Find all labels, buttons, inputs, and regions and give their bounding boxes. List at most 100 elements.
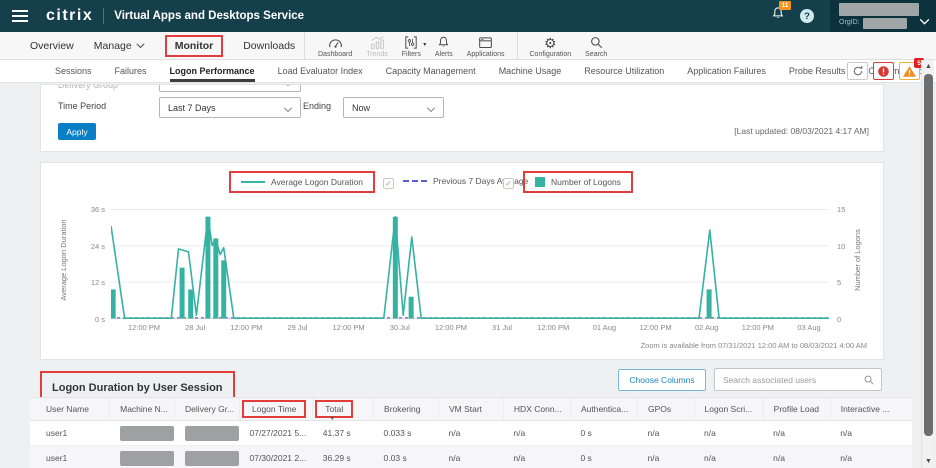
x-axis-tick: 30 Jul xyxy=(372,323,428,332)
previous-average-checkbox[interactable]: ✓ xyxy=(383,178,394,189)
scrollbar-down-arrow[interactable]: ▼ xyxy=(922,455,935,468)
column-header-profile-load[interactable]: Profile Load xyxy=(763,398,830,421)
subnav-tab-machine-usage[interactable]: Machine Usage xyxy=(499,60,562,82)
x-axis-tick: 12:00 PM xyxy=(423,323,479,332)
table-cell: n/a xyxy=(763,421,830,446)
chevron-down-icon xyxy=(919,12,930,30)
column-header-hdx-conn[interactable]: HDX Conn... xyxy=(503,398,570,421)
column-header-authentica[interactable]: Authentica... xyxy=(570,398,637,421)
column-header-gpos[interactable]: GPOs xyxy=(637,398,694,421)
subnav-tab-load-evaluator-index[interactable]: Load Evaluator Index xyxy=(278,60,363,82)
org-id-label: OrgID: xyxy=(839,19,860,26)
column-header-brokering[interactable]: Brokering xyxy=(374,398,439,421)
trends-icon xyxy=(369,35,386,50)
topbar-right: 11 ? OrgID: xyxy=(770,0,936,32)
table-row[interactable]: user107/30/2021 2...36.29 s0.03 sn/an/a0… xyxy=(30,446,912,468)
logon-performance-chart-card: Average Logon Duration ✓ Previous 7 Days… xyxy=(40,162,884,360)
toolbar-configuration[interactable]: ⚙Configuration xyxy=(523,32,579,60)
table-header-row: User NameMachine N...Delivery Gr...Logon… xyxy=(30,398,912,421)
logon-duration-table: User NameMachine N...Delivery Gr...Logon… xyxy=(30,397,912,468)
subnav-actions: 5 xyxy=(847,62,920,80)
nav-item-overview[interactable]: Overview xyxy=(30,40,74,52)
subnav-tab-capacity-management[interactable]: Capacity Management xyxy=(386,60,476,82)
legend-average-logon-duration: Average Logon Duration xyxy=(229,171,375,193)
x-axis-tick: 12:00 PM xyxy=(116,323,172,332)
toolbar-applications[interactable]: Applications xyxy=(460,32,512,60)
column-header-delivery-gr[interactable]: Delivery Gr... xyxy=(175,398,240,421)
hamburger-menu-icon[interactable] xyxy=(0,0,34,32)
logon-duration-chart[interactable] xyxy=(111,209,829,319)
subnav-tab-logon-performance[interactable]: Logon Performance xyxy=(170,60,255,82)
account-menu[interactable]: OrgID: xyxy=(830,0,936,32)
redacted-org-id xyxy=(863,18,907,29)
x-axis-tick: 12:00 PM xyxy=(525,323,581,332)
table-row[interactable]: user107/27/2021 5...41.37 s0.033 sn/an/a… xyxy=(30,421,912,446)
main-navbar: Overview Manage Monitor Downloads Dashboard… xyxy=(0,32,936,60)
delivery-group-select[interactable] xyxy=(159,84,301,92)
toolbar-alerts[interactable]: Alerts xyxy=(428,32,460,60)
column-header-user-name[interactable]: User Name xyxy=(30,398,110,421)
table-cell xyxy=(110,446,175,468)
search-icon[interactable] xyxy=(863,374,875,386)
subnav-tab-probe-results[interactable]: Probe Results xyxy=(789,60,846,82)
toolbar-trends: Trends xyxy=(359,32,395,60)
table-cell: n/a xyxy=(438,446,503,468)
right-axis-title: Number of Logons xyxy=(853,205,862,315)
column-header-logon-time[interactable]: Logon Time xyxy=(239,398,312,421)
error-alerts-button[interactable] xyxy=(873,62,894,80)
subnav-tab-sessions[interactable]: Sessions xyxy=(55,60,92,82)
chevron-down-icon xyxy=(136,40,145,52)
toolbar-search[interactable]: Search xyxy=(578,32,614,60)
table-cell: n/a xyxy=(438,421,503,446)
dashboard-icon xyxy=(327,35,344,50)
x-axis-tick: 12:00 PM xyxy=(730,323,786,332)
warning-alerts-button[interactable]: 5 xyxy=(899,62,920,80)
left-axis-tick: 12 s xyxy=(75,278,105,287)
refresh-button[interactable] xyxy=(847,62,868,80)
search-input[interactable] xyxy=(715,374,863,386)
left-axis-title: Average Logon Duration xyxy=(59,205,68,315)
nav-item-downloads[interactable]: Downloads xyxy=(243,40,295,52)
table-cell xyxy=(175,446,240,468)
table-cell: n/a xyxy=(694,446,763,468)
subnav-tab-failures[interactable]: Failures xyxy=(115,60,147,82)
column-header-interactive[interactable]: Interactive ... xyxy=(830,398,912,421)
help-icon[interactable]: ? xyxy=(800,9,814,23)
table-cell: n/a xyxy=(637,421,694,446)
ending-select[interactable]: Now xyxy=(343,97,444,118)
column-header-machine-n[interactable]: Machine N... xyxy=(110,398,175,421)
table-cell: n/a xyxy=(830,446,912,468)
table-cell: 0 s xyxy=(570,421,637,446)
column-header-logon-scri[interactable]: Logon Scri... xyxy=(694,398,763,421)
right-axis-tick: 0 xyxy=(837,315,857,324)
nav-item-monitor[interactable]: Monitor xyxy=(165,35,224,57)
column-header-total[interactable]: Total▼ xyxy=(313,398,374,421)
table-cell: n/a xyxy=(830,421,912,446)
annotation-column-header: Logon Time xyxy=(242,400,306,418)
redacted-value xyxy=(120,426,174,441)
choose-columns-button[interactable]: Choose Columns xyxy=(618,369,706,391)
notification-badge: 11 xyxy=(779,1,791,10)
time-period-select[interactable]: Last 7 Days xyxy=(159,97,301,118)
apply-button[interactable]: Apply xyxy=(58,123,96,140)
vertical-scrollbar[interactable]: ▲ ▼ xyxy=(921,60,934,468)
ending-label: Ending xyxy=(303,101,331,111)
nav-item-manage[interactable]: Manage xyxy=(94,40,145,52)
last-updated-text: [Last updated: 08/03/2021 4:17 AM] xyxy=(734,126,869,136)
number-of-logons-checkbox[interactable]: ✓ xyxy=(503,178,514,189)
x-axis-tick: 12:00 PM xyxy=(321,323,377,332)
table-cell xyxy=(110,421,175,446)
scrollbar-thumb[interactable] xyxy=(924,74,933,436)
notifications-bell-icon[interactable]: 11 xyxy=(770,5,786,27)
monitor-subnav: Sessions Failures Logon Performance Load Ev… xyxy=(0,60,936,83)
table-cell: 41.37 s xyxy=(313,421,374,446)
column-header-vm-start[interactable]: VM Start xyxy=(438,398,503,421)
toolbar-dashboard[interactable]: Dashboard xyxy=(311,32,359,60)
subnav-tab-resource-utilization[interactable]: Resource Utilization xyxy=(584,60,664,82)
subnav-tab-application-failures[interactable]: Application Failures xyxy=(687,60,766,82)
search-icon xyxy=(589,35,604,50)
scrollbar-up-arrow[interactable]: ▲ xyxy=(922,60,935,73)
toolbar-label: Filters xyxy=(402,51,421,58)
toolbar-filters[interactable]: ▾Filters xyxy=(395,32,428,60)
chevron-down-icon xyxy=(426,105,436,115)
